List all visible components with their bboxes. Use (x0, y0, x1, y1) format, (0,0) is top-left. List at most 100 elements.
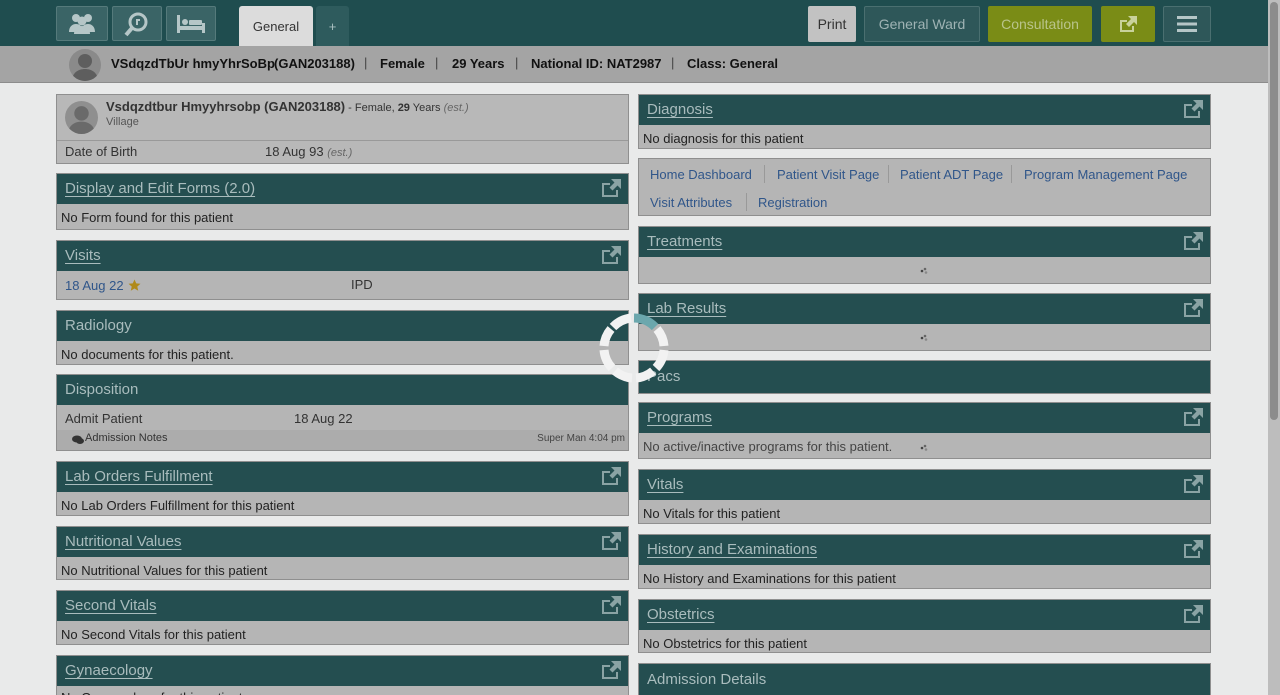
external-link-icon[interactable] (600, 178, 622, 198)
patients-button[interactable] (56, 6, 108, 41)
treatments-panel: Treatments (638, 226, 1211, 284)
external-link-icon (1120, 16, 1137, 32)
lab-orders-panel: Lab Orders Fulfillment No Lab Orders Ful… (56, 461, 629, 516)
national-id: National ID: NAT2987 (531, 56, 662, 71)
nutritional-empty-message: No Nutritional Values for this patient (61, 563, 268, 578)
search-icon (124, 12, 148, 36)
disposition-author-time: Super Man 4:04 pm (537, 433, 625, 444)
home-dashboard-link[interactable]: Home Dashboard (650, 167, 752, 182)
scrollbar-thumb[interactable] (1270, 2, 1278, 420)
registration-link[interactable]: Registration (758, 195, 827, 210)
obstetrics-empty-message: No Obstetrics for this patient (643, 636, 808, 651)
avatar (69, 49, 101, 81)
radiology-empty-message: No documents for this patient. (61, 347, 234, 362)
consultation-button[interactable]: Consultation (988, 6, 1092, 42)
search-button[interactable] (112, 6, 162, 41)
gynaecology-title-link[interactable]: Gynaecology (65, 662, 153, 679)
vitals-panel: Vitals No Vitals for this patient (638, 469, 1211, 524)
vitals-empty-message: No Vitals for this patient (643, 506, 781, 521)
small-spinner-icon (920, 334, 928, 341)
external-link-icon[interactable] (1182, 539, 1204, 559)
disposition-date: 18 Aug 22 (294, 411, 353, 426)
radiology-panel: Radiology No documents for this patient. (56, 310, 629, 365)
visit-type: IPD (351, 277, 373, 292)
programs-title-link[interactable]: Programs (647, 409, 712, 426)
small-spinner-icon (920, 444, 928, 451)
dashboard-links-panel: Home Dashboard Patient Visit Page Patien… (638, 158, 1211, 216)
program-management-page-link[interactable]: Program Management Page (1024, 167, 1187, 182)
patient-card-title: Vsdqzdtbur Hmyyhrsobp (GAN203188) - Fema… (106, 99, 469, 114)
lab-orders-title-link[interactable]: Lab Orders Fulfillment (65, 468, 213, 485)
forms-panel: Display and Edit Forms (2.0) No Form fou… (56, 173, 629, 230)
history-title-link[interactable]: History and Examinations (647, 541, 817, 558)
treatments-title-link[interactable]: Treatments (647, 233, 722, 250)
star-icon (128, 279, 141, 291)
avatar (65, 101, 98, 134)
obstetrics-panel: Obstetrics No Obstetrics for this patien… (638, 599, 1211, 653)
external-link-icon[interactable] (1182, 99, 1204, 119)
visit-date-link[interactable]: 18 Aug 22 (65, 278, 124, 293)
visits-title-link[interactable]: Visits (65, 247, 101, 264)
visits-panel: Visits 18 Aug 22 IPD (56, 240, 629, 300)
print-button[interactable]: Print (808, 6, 856, 42)
disposition-title: Disposition (65, 381, 139, 398)
lab-results-panel: Lab Results (638, 293, 1211, 351)
person-silhouette-icon (72, 54, 98, 81)
second-vitals-empty-message: No Second Vitals for this patient (61, 627, 246, 642)
forms-title-link[interactable]: Display and Edit Forms (2.0) (65, 180, 255, 197)
programs-panel: Programs No active/inactive programs for… (638, 402, 1211, 459)
nutritional-title-link[interactable]: Nutritional Values (65, 533, 181, 550)
patient-visit-page-link[interactable]: Patient Visit Page (777, 167, 879, 182)
visit-attributes-link[interactable]: Visit Attributes (650, 195, 732, 210)
admission-notes-label: Admission Notes (85, 432, 168, 444)
diagnosis-title-link[interactable]: Diagnosis (647, 101, 713, 118)
hamburger-icon (1177, 16, 1197, 32)
patient-info-bar: VSdqzdTbUr hmyYhrSoBp (GAN203188) | Fema… (0, 46, 1280, 83)
add-tab-button[interactable]: + (316, 6, 349, 46)
radiology-title: Radiology (65, 317, 132, 334)
disposition-action: Admit Patient (65, 411, 143, 426)
person-silhouette-icon (68, 106, 95, 134)
comments-icon (72, 435, 84, 444)
menu-button[interactable] (1163, 6, 1211, 42)
diagnosis-empty-message: No diagnosis for this patient (643, 131, 804, 146)
external-link-icon[interactable] (1182, 298, 1204, 318)
second-vitals-title-link[interactable]: Second Vitals (65, 597, 156, 614)
external-link-icon[interactable] (600, 660, 622, 680)
bed-management-button[interactable] (166, 6, 216, 41)
patient-summary-card: Vsdqzdtbur Hmyyhrsobp (GAN203188) - Fema… (56, 94, 629, 164)
external-link-icon[interactable] (600, 595, 622, 615)
patient-id: (GAN203188) (274, 56, 355, 71)
patient-age: 29 Years (452, 56, 505, 71)
external-link-icon[interactable] (1182, 604, 1204, 624)
external-link-icon[interactable] (1182, 231, 1204, 251)
external-link-icon[interactable] (600, 466, 622, 486)
patient-gender: Female (380, 56, 425, 71)
gynaecology-panel: Gynaecology No Gynaecology for this pati… (56, 655, 629, 695)
dob-label: Date of Birth (65, 144, 138, 159)
diagnosis-panel: Diagnosis No diagnosis for this patient (638, 94, 1211, 149)
second-vitals-panel: Second Vitals No Second Vitals for this … (56, 590, 629, 645)
external-link-icon[interactable] (600, 245, 622, 265)
tab-general[interactable]: General (239, 6, 313, 46)
lab-orders-empty-message: No Lab Orders Fulfillment for this patie… (61, 498, 295, 513)
external-link-icon[interactable] (1182, 474, 1204, 494)
loading-spinner-icon (599, 313, 669, 383)
people-icon (69, 13, 95, 34)
external-link-icon[interactable] (600, 531, 622, 551)
forms-empty-message: No Form found for this patient (61, 210, 233, 225)
admission-details-title: Admission Details (647, 671, 767, 688)
bed-icon (177, 14, 205, 33)
open-external-button[interactable] (1101, 6, 1155, 42)
history-examinations-panel: History and Examinations No History and … (638, 534, 1211, 589)
external-link-icon[interactable] (1182, 407, 1204, 427)
patient-adt-page-link[interactable]: Patient ADT Page (900, 167, 1003, 182)
ward-button[interactable]: General Ward (864, 6, 980, 42)
vertical-scrollbar[interactable] (1268, 0, 1280, 695)
vitals-title-link[interactable]: Vitals (647, 476, 683, 493)
history-empty-message: No History and Examinations for this pat… (643, 571, 896, 586)
pacs-panel: Pacs (638, 360, 1211, 394)
patient-village: Village (106, 116, 139, 128)
obstetrics-title-link[interactable]: Obstetrics (647, 606, 715, 623)
admission-details-panel: Admission Details (638, 663, 1211, 695)
